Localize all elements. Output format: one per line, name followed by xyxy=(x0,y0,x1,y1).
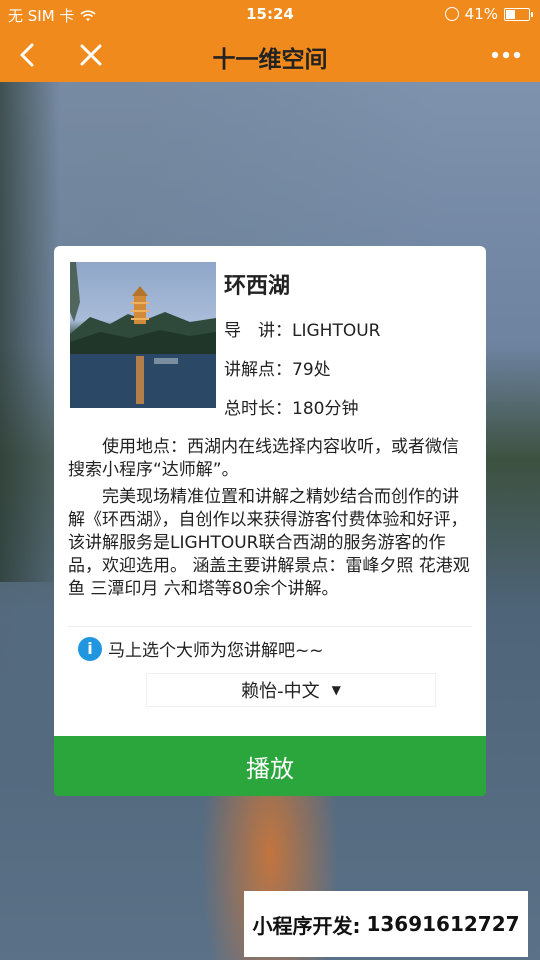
narrator-select-value: 赖怡-中文 xyxy=(241,681,320,702)
usage-text: 使用地点：西湖内在线选择内容收听，或者微信搜索小程序“达师解”。 xyxy=(68,437,459,480)
rotation-lock-icon xyxy=(444,7,459,21)
nav-bar: 十一维空间 xyxy=(0,28,540,82)
divider xyxy=(68,626,472,627)
ad-banner: 小程序开发: 13691612727 xyxy=(244,891,528,957)
play-button[interactable]: 播放 xyxy=(54,736,486,796)
guide-hint: i 马上选个大师为您讲解吧~~ xyxy=(78,636,324,661)
duration-value: 180分钟 xyxy=(292,399,359,419)
hint-text: 马上选个大师为您讲解吧~~ xyxy=(108,641,324,661)
battery-icon xyxy=(504,7,533,21)
status-bar: 无 SIM 卡 15:24 41% xyxy=(0,0,540,28)
ad-phone: 13691612727 xyxy=(366,912,520,936)
more-icon[interactable] xyxy=(488,38,524,72)
points-row: 讲解点：79处 xyxy=(224,355,331,380)
guide-value: LIGHTOUR xyxy=(292,321,381,341)
duration-row: 总时长：180分钟 xyxy=(224,394,358,419)
battery-percent: 41% xyxy=(464,5,498,23)
nav-title: 十一维空间 xyxy=(212,47,328,73)
background-tree xyxy=(0,82,60,582)
tour-card: 环西湖 导 讲：LIGHTOUR 讲解点：79处 总时长：180分钟 使用地点：… xyxy=(54,246,486,736)
usage-description: 使用地点：西湖内在线选择内容收听，或者微信搜索小程序“达师解”。 xyxy=(68,436,472,482)
tour-thumbnail xyxy=(70,262,216,408)
ad-label: 小程序开发: xyxy=(252,913,361,938)
duration-label: 总时长： xyxy=(224,399,292,419)
points-value: 79处 xyxy=(292,360,331,380)
tour-description-text: 完美现场精准位置和讲解之精妙结合而创作的讲解《环西湖》，自创作以来获得游客付费体… xyxy=(68,487,470,599)
tour-description: 完美现场精准位置和讲解之精妙结合而创作的讲解《环西湖》，自创作以来获得游客付费体… xyxy=(68,486,472,601)
guide-row: 导 讲：LIGHTOUR xyxy=(224,316,380,341)
pagoda-image xyxy=(70,262,216,408)
tour-title: 环西湖 xyxy=(224,274,291,299)
info-icon: i xyxy=(78,636,102,661)
dropdown-caret-icon: ▼ xyxy=(331,683,341,697)
guide-label: 导 讲： xyxy=(224,321,292,341)
narrator-select[interactable]: 赖怡-中文 ▼ xyxy=(146,673,436,707)
points-label: 讲解点： xyxy=(224,360,292,380)
